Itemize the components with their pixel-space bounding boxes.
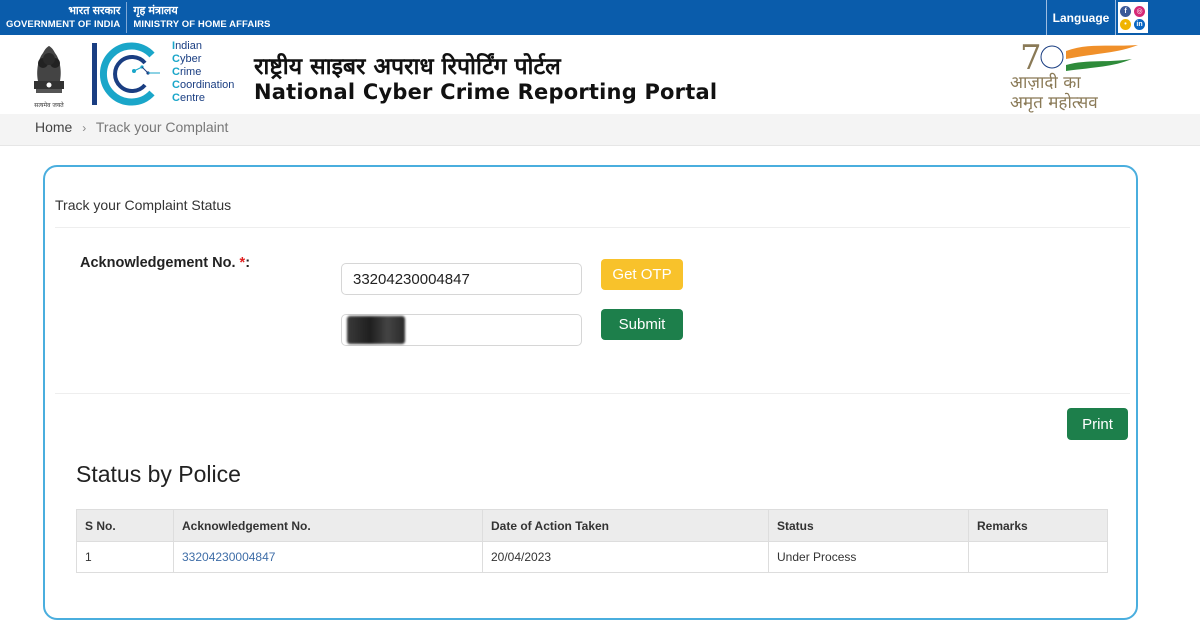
table-row: 1 33204230004847 20/04/2023 Under Proces… bbox=[76, 541, 1108, 573]
cell-date: 20/04/2023 bbox=[482, 541, 769, 573]
status-table: S No. Acknowledgement No. Date of Action… bbox=[76, 509, 1108, 573]
column-header-remarks: Remarks bbox=[968, 509, 1108, 542]
i4c-line: Cyber bbox=[172, 53, 202, 65]
i4c-line: Indian bbox=[172, 40, 202, 52]
government-strip: भारत सरकार GOVERNMENT OF INDIA गृह मंत्र… bbox=[0, 0, 1200, 35]
get-otp-button[interactable]: Get OTP bbox=[601, 259, 683, 290]
table-header-row: S No. Acknowledgement No. Date of Action… bbox=[76, 509, 1108, 542]
breadcrumb-home-link[interactable]: Home bbox=[35, 119, 72, 135]
status-by-police-heading: Status by Police bbox=[76, 461, 241, 487]
column-header-status: Status bbox=[768, 509, 969, 542]
national-emblem-icon: सत्यमेव जयते bbox=[34, 46, 64, 109]
column-header-date: Date of Action Taken bbox=[482, 509, 769, 542]
cell-sno: 1 bbox=[76, 541, 174, 573]
language-button[interactable]: Language bbox=[1046, 0, 1116, 35]
cell-acknowledgement-link[interactable]: 33204230004847 bbox=[173, 541, 483, 573]
ministry-english-label: MINISTRY OF HOME AFFAIRS bbox=[133, 19, 271, 30]
azadi-line-1: आज़ादी का bbox=[1010, 73, 1081, 93]
facebook-icon[interactable]: f bbox=[1120, 5, 1131, 17]
portal-title-hindi: राष्ट्रीय साइबर अपराध रिपोर्टिंग पोर्टल bbox=[254, 54, 561, 80]
i4c-line: Coordination bbox=[172, 79, 235, 91]
portal-title-english: National Cyber Crime Reporting Portal bbox=[254, 80, 718, 104]
breadcrumb: Home › Track your Complaint bbox=[0, 114, 1200, 146]
redacted-otp-mask bbox=[347, 316, 405, 344]
column-header-sno: S No. bbox=[76, 509, 174, 542]
ministry-hindi-label: गृह मंत्रालय bbox=[133, 5, 178, 17]
divider bbox=[55, 227, 1130, 228]
breadcrumb-current: Track your Complaint bbox=[95, 119, 229, 135]
instagram-icon[interactable]: ◎ bbox=[1134, 5, 1145, 17]
linkedin-icon[interactable]: in bbox=[1134, 18, 1145, 30]
azadi-text: आज़ादी का अमृत महोत्सव bbox=[1010, 73, 1098, 113]
acknowledgement-number-input[interactable] bbox=[341, 263, 582, 295]
government-branding: भारत सरकार GOVERNMENT OF INDIA गृह मंत्र… bbox=[0, 0, 277, 35]
cell-status: Under Process bbox=[768, 541, 969, 573]
track-complaint-card: Track your Complaint Status Acknowledgem… bbox=[43, 165, 1138, 620]
print-button[interactable]: Print bbox=[1067, 408, 1128, 440]
government-of-india-link[interactable]: भारत सरकार GOVERNMENT OF INDIA bbox=[0, 2, 128, 33]
breadcrumb-separator: › bbox=[82, 121, 87, 135]
i4c-logo-icon bbox=[92, 42, 160, 106]
column-header-acknowledgement: Acknowledgement No. bbox=[173, 509, 483, 542]
submit-button[interactable]: Submit bbox=[601, 309, 683, 340]
gov-hindi-label: भारत सरकार bbox=[68, 5, 121, 17]
i4c-line: Centre bbox=[172, 92, 206, 104]
emblem-motto: सत्यमेव जयते bbox=[34, 101, 64, 109]
card-title: Track your Complaint Status bbox=[55, 197, 232, 213]
divider bbox=[55, 393, 1130, 394]
gov-english-label: GOVERNMENT OF INDIA bbox=[6, 19, 121, 30]
i4c-line: Crime bbox=[172, 66, 202, 78]
social-links: f ◎ • in bbox=[1118, 2, 1148, 33]
cell-remarks bbox=[968, 541, 1108, 573]
acknowledgement-label: Acknowledgement No. *: bbox=[80, 255, 251, 271]
azadi-line-2: अमृत महोत्सव bbox=[1010, 93, 1098, 113]
ministry-link[interactable]: गृह मंत्रालय MINISTRY OF HOME AFFAIRS bbox=[127, 2, 276, 33]
site-header: सत्यमेव जयते Indian Cyber Crime Coordina… bbox=[0, 35, 1200, 122]
i4c-name: Indian Cyber Crime Coordination Centre bbox=[172, 40, 234, 105]
koo-icon[interactable]: • bbox=[1120, 18, 1131, 30]
